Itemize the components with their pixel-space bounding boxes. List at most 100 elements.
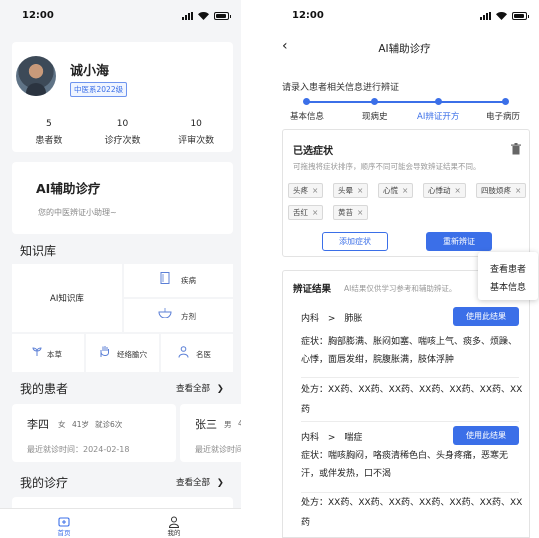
symptom-chip[interactable]: 黄苔 × bbox=[333, 205, 369, 220]
result-head: 内科 > 喘症 bbox=[301, 430, 362, 443]
step-medical-record[interactable]: 电子病历 bbox=[486, 110, 520, 122]
kb-tile-doctors[interactable]: 名医 bbox=[161, 334, 233, 372]
popup-line: 基本信息 bbox=[489, 283, 526, 293]
stat-value: 10 bbox=[190, 119, 202, 129]
stat-patients[interactable]: 5 患者数 bbox=[12, 119, 86, 146]
ai-card-subtitle: 您的中医辨证小助理~ bbox=[38, 208, 117, 217]
step-indicator: 基本信息 现病史 AI辨证开方 电子病历 bbox=[278, 96, 523, 126]
result-title: 辨证结果 bbox=[293, 284, 332, 295]
ai-card-title: AI辅助诊疗 bbox=[36, 181, 101, 196]
tab-mine[interactable]: 我的 bbox=[154, 513, 194, 537]
chip-label: 舌红 bbox=[293, 208, 308, 217]
step-ai-prescription[interactable]: AI辨证开方 bbox=[417, 110, 459, 122]
patient-name: 张三 bbox=[195, 418, 217, 431]
status-time: 12:00 bbox=[22, 10, 54, 21]
book-icon bbox=[160, 272, 170, 287]
status-bar: 12:00 bbox=[0, 0, 241, 32]
tab-label: 首页 bbox=[57, 529, 71, 537]
avatar[interactable] bbox=[16, 56, 56, 96]
patient-gender: 女 bbox=[58, 420, 66, 429]
patient-card[interactable]: 李四 女 41岁 就诊6次 最近就诊时间：2024-02-18 bbox=[12, 404, 176, 462]
patient-last-visit: 最近就诊时间 bbox=[195, 445, 241, 454]
symptom-chip[interactable]: 头晕 × bbox=[333, 183, 369, 198]
chip-label: 头晕 bbox=[338, 186, 353, 195]
result-dept: 内科 bbox=[301, 433, 320, 443]
patient-visits: 就诊6次 bbox=[95, 420, 123, 429]
chip-label: 黄苔 bbox=[338, 208, 353, 217]
step-dot bbox=[371, 98, 378, 105]
see-all-label: 查看全部 bbox=[176, 384, 211, 394]
patient-info-popup[interactable]: 查看患者 基本信息 bbox=[478, 252, 538, 300]
kb-tile-formula[interactable]: 方剂 bbox=[124, 299, 233, 332]
symptom-chip[interactable]: 舌红 × bbox=[288, 205, 324, 220]
ai-assist-card[interactable]: AI辅助诊疗 您的中医辨证小助理~ bbox=[12, 162, 233, 234]
stat-visits[interactable]: 10 诊疗次数 bbox=[86, 119, 160, 146]
nav-bar: ‹ AI辅助诊疗 bbox=[270, 32, 539, 62]
close-icon[interactable]: × bbox=[357, 186, 363, 195]
patient-age: 4 bbox=[238, 419, 241, 428]
add-symptom-button[interactable]: 添加症状 bbox=[322, 232, 388, 251]
close-icon[interactable]: × bbox=[357, 208, 363, 217]
result-item: 内科 > 喘症 使用此结果 症状：喘咳胸闷，咯痰清稀色白、头身疼痛，恶寒无汗，或… bbox=[293, 423, 523, 535]
tab-home[interactable]: 首页 bbox=[44, 513, 84, 537]
result-separator: > bbox=[327, 314, 336, 324]
step-dot bbox=[502, 98, 509, 105]
stat-value: 5 bbox=[45, 119, 52, 129]
close-icon[interactable]: × bbox=[515, 186, 521, 195]
hand-icon bbox=[99, 345, 110, 361]
symptom-chip[interactable]: 四肢烦疼 × bbox=[476, 183, 527, 198]
close-icon[interactable]: × bbox=[312, 208, 318, 217]
close-icon[interactable]: × bbox=[455, 186, 461, 195]
kb-tile-herbs[interactable]: 本草 bbox=[12, 334, 84, 372]
result-item: 内科 > 肺胀 使用此结果 症状：胸部膨满、胀闷如塞、喘咳上气、痰多、烦躁、心悸… bbox=[293, 304, 523, 416]
page-title: AI辅助诊疗 bbox=[378, 43, 431, 55]
divider bbox=[301, 421, 519, 422]
profile-card[interactable]: 诚小海 中医系2022级 5 患者数 10 诊疗次数 10 评审次数 bbox=[12, 42, 233, 152]
kb-tile-label: 疾病 bbox=[181, 276, 196, 285]
kb-tile-label: 方剂 bbox=[181, 312, 196, 321]
divider bbox=[301, 377, 519, 378]
use-result-button[interactable]: 使用此结果 bbox=[453, 307, 519, 326]
rediagnose-button[interactable]: 重新辨证 bbox=[426, 232, 492, 251]
symptom-chip[interactable]: 心悸动 × bbox=[423, 183, 466, 198]
tab-bar: 首页 我的 bbox=[0, 508, 241, 538]
symptom-chip[interactable]: 头疼 × bbox=[288, 183, 324, 198]
stat-value: 10 bbox=[116, 119, 129, 129]
selected-symptoms-panel: 已选症状 可拖拽将症状排序，顺序不同可能会导致辨证结果不同。 头疼 × 头晕 × 心… bbox=[282, 129, 530, 257]
kb-tile-meridians[interactable]: 经络腧穴 bbox=[86, 334, 159, 372]
step-history[interactable]: 现病史 bbox=[362, 110, 388, 122]
result-symptoms: 症状：喘咳胸闷，咯痰清稀色白、头身疼痛，恶寒无汗，或伴发热，口不渴 bbox=[301, 451, 509, 479]
step-basic-info[interactable]: 基本信息 bbox=[290, 110, 324, 122]
close-icon[interactable]: × bbox=[402, 186, 408, 195]
patient-list: 李四 女 41岁 就诊6次 最近就诊时间：2024-02-18 张三 男 4 最… bbox=[12, 404, 241, 462]
result-prescription: 处方：XX药、XX药、XX药、XX药、XX药、XX药、XX药 bbox=[301, 385, 523, 415]
patients-title: 我的患者 bbox=[20, 382, 69, 396]
result-note: AI结果仅供学习参考和辅助辨证。 bbox=[344, 284, 457, 293]
kb-tile-label: 名医 bbox=[196, 350, 211, 359]
user-name: 诚小海 bbox=[70, 64, 110, 79]
diagnosis-see-all[interactable]: 查看全部 ❯ bbox=[176, 476, 224, 488]
symptoms-note: 可拖拽将症状排序，顺序不同可能会导致辨证结果不同。 bbox=[293, 162, 481, 171]
symptom-chip[interactable]: 心慌 × bbox=[378, 183, 414, 198]
result-disease: 肺胀 bbox=[344, 314, 363, 324]
result-head: 内科 > 肺胀 bbox=[301, 311, 362, 324]
trash-icon[interactable] bbox=[511, 140, 521, 155]
kb-tile-disease[interactable]: 疾病 bbox=[124, 264, 233, 297]
stat-reviews[interactable]: 10 评审次数 bbox=[159, 119, 233, 146]
step-dot bbox=[303, 98, 310, 105]
patient-card[interactable]: 张三 男 4 最近就诊时间 bbox=[180, 404, 241, 462]
step-line bbox=[306, 101, 503, 103]
chevron-right-icon: ❯ bbox=[216, 384, 224, 394]
use-result-button[interactable]: 使用此结果 bbox=[453, 426, 519, 445]
result-prescription: 处方：XX药、XX药、XX药、XX药、XX药、XX药、XX药 bbox=[301, 498, 523, 528]
ai-knowledge-tile[interactable]: AI知识库 bbox=[12, 264, 122, 332]
patients-see-all[interactable]: 查看全部 ❯ bbox=[176, 382, 224, 394]
patient-name: 李四 bbox=[27, 418, 49, 431]
status-bar: 12:00 bbox=[270, 0, 539, 32]
chevron-right-icon: ❯ bbox=[216, 478, 224, 488]
result-disease: 喘症 bbox=[344, 433, 363, 443]
close-icon[interactable]: × bbox=[312, 186, 318, 195]
stat-label: 诊疗次数 bbox=[104, 136, 141, 146]
user-icon bbox=[168, 513, 180, 528]
popup-line: 查看患者 bbox=[489, 265, 526, 275]
